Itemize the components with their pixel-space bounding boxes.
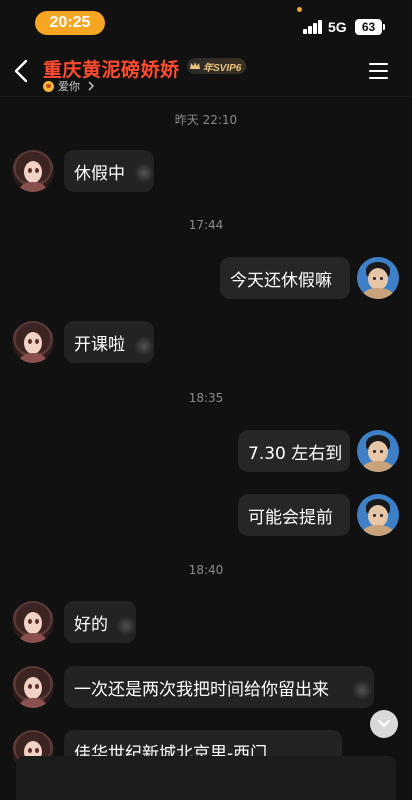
- message-text: 开课啦: [74, 334, 125, 355]
- message-text: 今天还休假嘛: [230, 270, 332, 291]
- chevron-right-icon: [88, 81, 94, 91]
- status-time: 20:25: [35, 11, 105, 35]
- status-bar: 20:25 5G 63: [0, 0, 412, 46]
- message-text: 休假中: [74, 163, 125, 184]
- bubble-decoration-icon: [134, 336, 154, 356]
- vip-badge-label: 年SVIP6: [203, 62, 242, 74]
- network-type: 5G: [328, 19, 347, 35]
- header-divider: [0, 96, 412, 97]
- chevron-down-icon: [377, 719, 391, 728]
- my-avatar[interactable]: [357, 494, 399, 536]
- message-text: 可能会提前: [248, 507, 333, 528]
- signal-icon: [303, 20, 325, 34]
- message-input-bar[interactable]: [16, 756, 396, 800]
- my-avatar[interactable]: [357, 430, 399, 472]
- battery-icon: 63: [355, 19, 385, 35]
- message-bubble-right[interactable]: 可能会提前: [238, 494, 350, 536]
- message-text: 好的: [74, 614, 108, 635]
- my-avatar[interactable]: [357, 257, 399, 299]
- contact-avatar[interactable]: [12, 601, 54, 643]
- timestamp: 18:40: [188, 563, 224, 577]
- scroll-to-bottom-button[interactable]: [370, 710, 398, 738]
- burger-icon: [43, 80, 54, 92]
- subtitle-text: 爱你: [58, 80, 80, 93]
- menu-icon[interactable]: [369, 63, 389, 79]
- message-bubble-right[interactable]: 7.30 左右到: [238, 430, 350, 472]
- chevron-left-icon[interactable]: [10, 58, 34, 84]
- contact-avatar[interactable]: [12, 150, 54, 192]
- privacy-indicator-dot: [297, 7, 302, 12]
- contact-avatar[interactable]: [12, 321, 54, 363]
- timestamp: 18:35: [188, 391, 224, 405]
- chat-subtitle[interactable]: 爱你: [43, 78, 96, 94]
- message-text: 一次还是两次我把时间给你留出来: [74, 679, 329, 700]
- bubble-decoration-icon: [116, 616, 136, 636]
- chat-screen: 20:25 5G 63 重庆黄泥磅娇娇 年SVIP6 爱你 昨天 22:10 休…: [0, 0, 412, 800]
- contact-avatar[interactable]: [12, 666, 54, 708]
- chat-header: 重庆黄泥磅娇娇 年SVIP6 爱你: [0, 46, 412, 96]
- vip-badge: 年SVIP6: [187, 58, 247, 74]
- crown-icon: [190, 62, 200, 69]
- timestamp: 17:44: [188, 218, 224, 232]
- bubble-decoration-icon: [134, 163, 154, 183]
- bubble-decoration-icon: [352, 680, 372, 700]
- message-bubble-left[interactable]: 一次还是两次我把时间给你留出来: [64, 666, 374, 708]
- message-text: 7.30 左右到: [248, 443, 343, 464]
- message-bubble-right[interactable]: 今天还休假嘛: [220, 257, 350, 299]
- timestamp: 昨天 22:10: [174, 113, 238, 127]
